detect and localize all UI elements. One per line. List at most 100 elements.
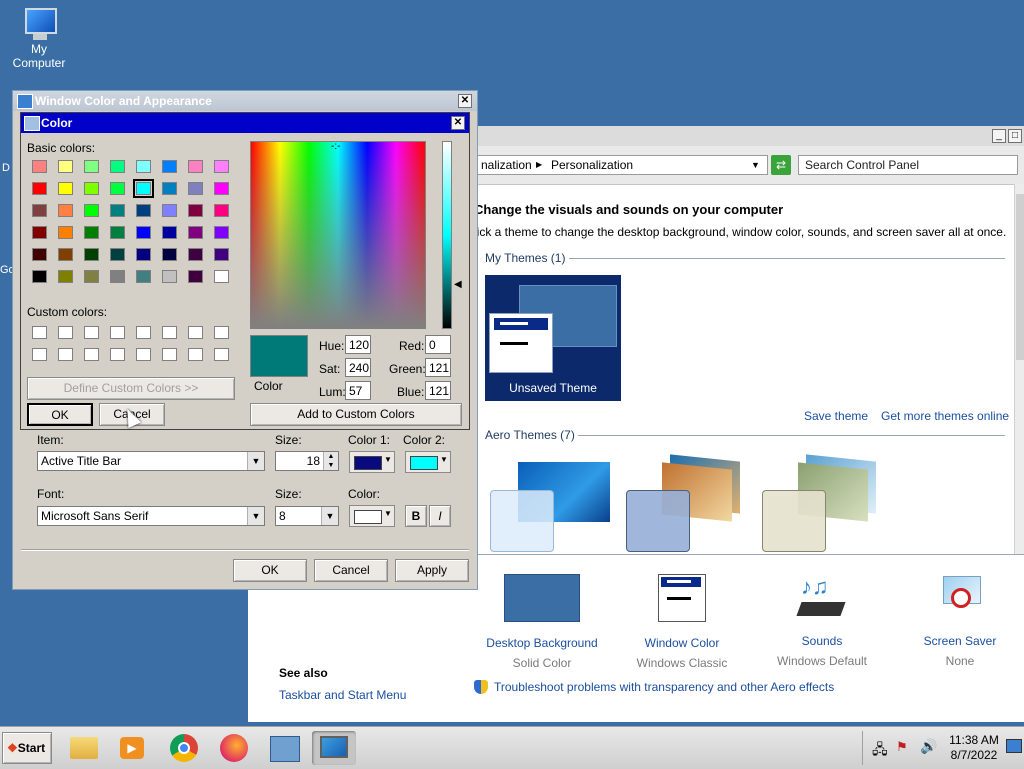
basic-color-swatch[interactable] <box>58 204 73 217</box>
custom-color-swatch[interactable] <box>214 326 229 339</box>
basic-color-swatch[interactable] <box>162 182 177 195</box>
troubleshoot-link[interactable]: Troubleshoot problems with transparency … <box>494 680 834 694</box>
maximize-button[interactable]: □ <box>1008 129 1022 143</box>
custom-color-swatch[interactable] <box>110 326 125 339</box>
luminosity-pointer-icon[interactable]: ◀ <box>454 279 462 290</box>
custom-color-swatch[interactable] <box>162 326 177 339</box>
custom-color-swatch[interactable] <box>136 326 151 339</box>
sat-input[interactable]: 240 <box>345 358 371 377</box>
chevron-down-icon[interactable]: ▼ <box>321 507 338 525</box>
aero-theme-architecture[interactable] <box>626 454 756 552</box>
basic-color-swatch[interactable] <box>136 270 151 283</box>
basic-color-swatch[interactable] <box>110 182 125 195</box>
basic-color-swatch[interactable] <box>58 226 73 239</box>
font-size-select[interactable]: 8 ▼ <box>275 506 339 526</box>
basic-color-swatch[interactable] <box>84 270 99 283</box>
basic-color-swatch[interactable] <box>32 226 47 239</box>
font-select[interactable]: Microsoft Sans Serif ▼ <box>37 506 265 526</box>
basic-color-swatch[interactable] <box>58 270 73 283</box>
wca-close-button[interactable]: ✕ <box>458 94 472 108</box>
custom-color-swatch[interactable] <box>84 348 99 361</box>
custom-color-swatch[interactable] <box>110 348 125 361</box>
save-theme-link[interactable]: Save theme <box>804 409 868 423</box>
breadcrumb-arrow-icon[interactable]: ▶ <box>536 156 542 174</box>
bold-toggle[interactable]: B <box>405 505 427 527</box>
basic-color-swatch[interactable] <box>188 204 203 217</box>
red-input[interactable]: 0 <box>425 335 451 354</box>
network-icon[interactable]: 🖧 <box>872 739 888 763</box>
desktop-background-item[interactable]: Desktop Background Solid Color <box>482 574 602 670</box>
basic-color-swatch[interactable] <box>214 160 229 173</box>
basic-color-swatch[interactable] <box>136 204 151 217</box>
refresh-icon[interactable]: ⇄ <box>771 155 791 175</box>
green-input[interactable]: 121 <box>425 358 451 377</box>
breadcrumb-part2[interactable]: Personalization <box>551 156 633 174</box>
basic-color-swatch[interactable] <box>32 160 47 173</box>
add-to-custom-colors-button[interactable]: Add to Custom Colors <box>250 403 462 426</box>
basic-color-swatch[interactable] <box>214 226 229 239</box>
color-dialog-close-button[interactable]: ✕ <box>451 116 465 130</box>
display-settings-taskbar-button[interactable] <box>312 731 356 765</box>
color-spectrum[interactable]: -:- <box>250 141 426 329</box>
basic-color-swatch[interactable] <box>32 204 47 217</box>
custom-color-swatch[interactable] <box>32 326 47 339</box>
breadcrumb-part1[interactable]: nalization <box>481 156 532 174</box>
basic-color-swatch[interactable] <box>162 248 177 261</box>
desktop-background-label[interactable]: Desktop Background <box>482 636 602 650</box>
basic-color-swatch[interactable] <box>58 182 73 195</box>
custom-color-swatch[interactable] <box>84 326 99 339</box>
basic-color-swatch[interactable] <box>84 226 99 239</box>
basic-color-swatch[interactable] <box>162 204 177 217</box>
size-spinner[interactable]: 18 ▲ ▼ <box>275 451 339 471</box>
basic-color-swatch[interactable] <box>110 204 125 217</box>
screen-saver-label[interactable]: Screen Saver <box>900 634 1020 648</box>
action-center-icon[interactable]: ⚑ <box>896 739 908 755</box>
basic-color-swatch[interactable] <box>188 248 203 261</box>
basic-color-swatch[interactable] <box>162 226 177 239</box>
basic-color-swatch[interactable] <box>214 270 229 283</box>
blue-input[interactable]: 121 <box>425 381 451 400</box>
custom-color-swatch[interactable] <box>32 348 47 361</box>
basic-color-swatch[interactable] <box>32 270 47 283</box>
basic-color-swatch[interactable] <box>136 226 151 239</box>
screen-saver-item[interactable]: Screen Saver None <box>900 574 1020 668</box>
basic-color-swatch[interactable] <box>84 248 99 261</box>
basic-color-swatch[interactable] <box>188 270 203 283</box>
basic-color-swatch[interactable] <box>110 226 125 239</box>
custom-color-swatch[interactable] <box>188 326 203 339</box>
basic-color-swatch[interactable] <box>84 160 99 173</box>
basic-color-swatch[interactable] <box>110 248 125 261</box>
custom-color-swatch[interactable] <box>136 348 151 361</box>
basic-color-swatch[interactable] <box>162 160 177 173</box>
basic-color-swatch[interactable] <box>136 248 151 261</box>
color1-picker-button[interactable]: ▼ <box>349 451 395 473</box>
window-color-item[interactable]: Window Color Windows Classic <box>622 574 742 670</box>
minimize-button[interactable]: _ <box>992 129 1006 143</box>
basic-color-swatch[interactable] <box>214 204 229 217</box>
aero-theme-windows[interactable] <box>490 462 620 552</box>
define-custom-colors-button[interactable]: Define Custom Colors >> <box>27 377 235 400</box>
control-panel-taskbar-button[interactable] <box>262 731 306 765</box>
item-select[interactable]: Active Title Bar ▼ <box>37 451 265 471</box>
color-ok-button[interactable]: OK <box>27 403 93 426</box>
basic-color-swatch[interactable] <box>214 182 229 195</box>
basic-color-swatch[interactable] <box>133 179 154 198</box>
italic-toggle[interactable]: I <box>429 505 451 527</box>
taskbar-start-menu-link[interactable]: Taskbar and Start Menu <box>279 688 406 702</box>
basic-color-swatch[interactable] <box>110 270 125 283</box>
get-more-themes-link[interactable]: Get more themes online <box>881 409 1009 423</box>
basic-color-swatch[interactable] <box>188 160 203 173</box>
basic-color-swatch[interactable] <box>58 248 73 261</box>
font-color-picker-button[interactable]: ▼ <box>349 505 395 527</box>
start-button[interactable]: ❖Start <box>2 732 52 764</box>
firefox-taskbar-button[interactable] <box>212 731 256 765</box>
hue-input[interactable]: 120 <box>345 335 371 354</box>
wca-cancel-button[interactable]: Cancel <box>314 559 388 582</box>
custom-color-swatch[interactable] <box>214 348 229 361</box>
basic-color-swatch[interactable] <box>188 226 203 239</box>
unsaved-theme-tile[interactable]: Unsaved Theme <box>485 275 621 401</box>
basic-color-swatch[interactable] <box>58 160 73 173</box>
custom-color-swatch[interactable] <box>58 326 73 339</box>
aero-theme-nature[interactable] <box>762 454 892 552</box>
custom-color-swatch[interactable] <box>188 348 203 361</box>
